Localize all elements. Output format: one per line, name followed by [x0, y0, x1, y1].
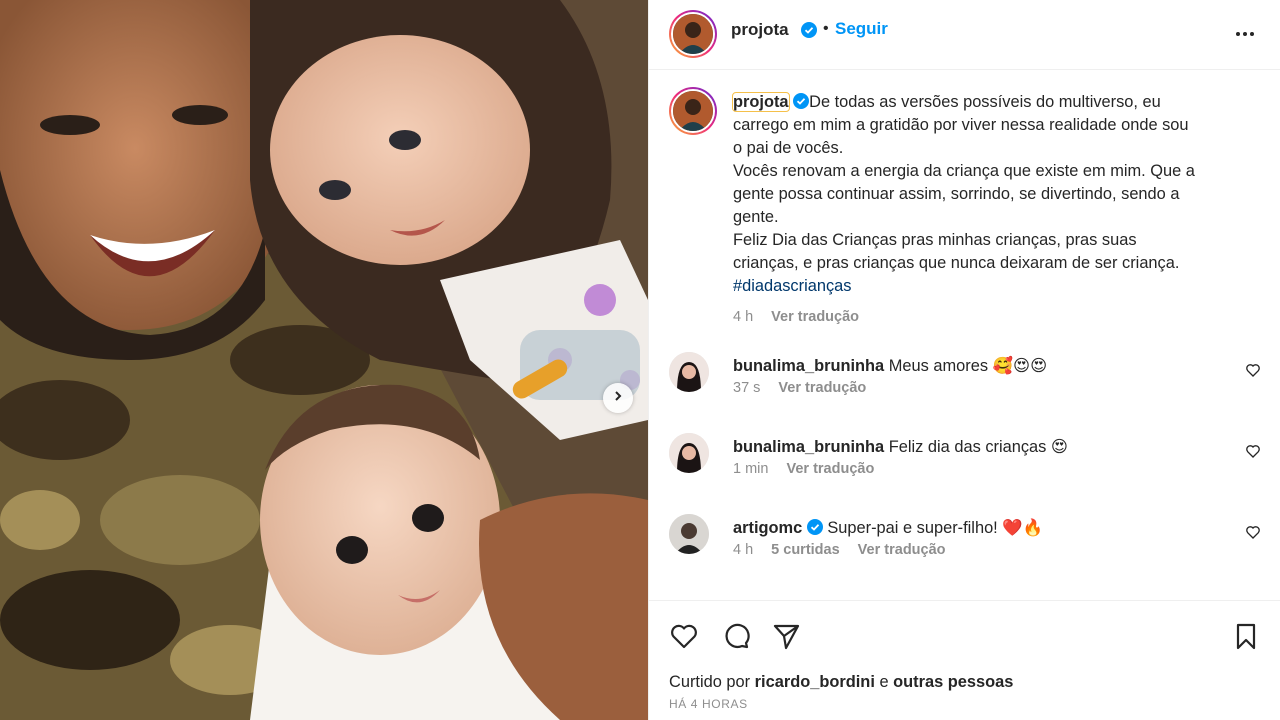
caption-author-avatar[interactable]	[669, 87, 717, 135]
comment-username[interactable]: bunalima_bruninha	[733, 357, 884, 375]
caption-line: o pai de vocês.	[733, 139, 844, 157]
action-bar	[669, 621, 1261, 651]
caption-line: Vocês renovam a energia da criança que e…	[733, 162, 1195, 180]
caption-username[interactable]: projota	[732, 92, 790, 112]
bookmark-icon[interactable]	[1231, 621, 1261, 651]
hashtag-link[interactable]: #diadascrianças	[733, 275, 1259, 298]
caption-line: gente possa continuar assim, sorrindo, s…	[733, 185, 1180, 203]
comment-likes-count[interactable]: 5 curtidas	[771, 542, 840, 558]
heart-icon[interactable]	[669, 621, 699, 651]
comment-username[interactable]: artigomc	[733, 519, 802, 537]
comment-time[interactable]: 37 s	[733, 380, 760, 396]
liked-by-others[interactable]: outras pessoas	[893, 673, 1013, 691]
comment-meta: 1 min Ver tradução	[733, 461, 874, 477]
translate-link[interactable]: Ver tradução	[858, 542, 946, 558]
comment-text: artigomc Super-pai e super-filho! ❤️🔥	[733, 517, 1043, 539]
post-timestamp[interactable]: HÁ 4 HORAS	[669, 697, 748, 711]
author-username[interactable]: projota	[731, 20, 789, 40]
next-photo-button[interactable]	[603, 383, 633, 413]
commenter-avatar[interactable]	[669, 433, 709, 473]
instagram-post-view: projota • Seguir projota De todas as ver…	[0, 0, 1280, 720]
more-options-icon[interactable]	[1233, 22, 1257, 46]
post-footer: Curtido por ricardo_bordini e outras pes…	[649, 600, 1280, 720]
comment-body: Feliz dia das crianças 😍	[888, 438, 1068, 456]
verified-badge-icon	[793, 93, 810, 109]
comment-like-heart-icon[interactable]	[1245, 362, 1261, 378]
commenter-avatar[interactable]	[669, 352, 709, 392]
translate-link[interactable]: Ver tradução	[771, 306, 859, 329]
send-icon[interactable]	[771, 621, 801, 651]
caption-line: Feliz Dia das Crianças pras minhas crian…	[733, 231, 1137, 249]
separator-dot: •	[823, 20, 829, 37]
comment-icon[interactable]	[721, 621, 751, 651]
comment-item: bunalima_bruninha Meus amores 🥰😍😍 37 s V…	[669, 352, 1261, 412]
follow-button[interactable]: Seguir	[835, 19, 888, 39]
caption-time[interactable]: 4 h	[733, 306, 753, 329]
verified-badge-icon	[801, 22, 817, 38]
liked-by-joiner: e	[879, 673, 889, 691]
comment-body: Meus amores 🥰😍😍	[888, 357, 1048, 375]
liked-by-prefix: Curtido por	[669, 673, 751, 691]
caption-first-line: projota De todas as versões possíveis do…	[732, 91, 1259, 114]
chevron-right-icon	[612, 389, 624, 407]
post-side-panel: projota • Seguir projota De todas as ver…	[648, 0, 1280, 720]
post-header: projota • Seguir	[649, 0, 1280, 70]
post-photo[interactable]	[0, 0, 648, 720]
caption-line: carrego em mim a gratidão por viver ness…	[733, 116, 1189, 134]
caption-line: crianças, e pras crianças que nunca deix…	[733, 254, 1180, 272]
liked-by-summary: Curtido por ricardo_bordini e outras pes…	[669, 673, 1013, 692]
caption-line: gente.	[733, 208, 779, 226]
comment-item: bunalima_bruninha Feliz dia das crianças…	[669, 433, 1261, 493]
translate-link[interactable]: Ver tradução	[786, 461, 874, 477]
comment-username[interactable]: bunalima_bruninha	[733, 438, 884, 456]
comment-body: Super-pai e super-filho! ❤️🔥	[827, 519, 1044, 537]
caption-line: De todas as versões possíveis do multive…	[809, 93, 1161, 111]
comments-section[interactable]: projota De todas as versões possíveis do…	[649, 71, 1280, 599]
family-photo-image	[0, 0, 648, 720]
comment-item: artigomc Super-pai e super-filho! ❤️🔥 4 …	[669, 514, 1261, 574]
comment-meta: 4 h 5 curtidas Ver tradução	[733, 542, 946, 558]
comment-time[interactable]: 1 min	[733, 461, 768, 477]
comment-text: bunalima_bruninha Meus amores 🥰😍😍	[733, 355, 1047, 377]
translate-link[interactable]: Ver tradução	[778, 380, 866, 396]
verified-badge-icon	[806, 519, 823, 535]
author-avatar[interactable]	[669, 10, 717, 58]
comment-text: bunalima_bruninha Feliz dia das crianças…	[733, 436, 1068, 458]
comment-time[interactable]: 4 h	[733, 542, 753, 558]
liked-by-user[interactable]: ricardo_bordini	[755, 673, 875, 691]
caption-meta: 4 h Ver tradução	[733, 306, 1259, 329]
comment-like-heart-icon[interactable]	[1245, 524, 1261, 540]
caption-text: projota De todas as versões possíveis do…	[732, 91, 1259, 329]
comment-meta: 37 s Ver tradução	[733, 380, 866, 396]
commenter-avatar[interactable]	[669, 514, 709, 554]
comment-like-heart-icon[interactable]	[1245, 443, 1261, 459]
